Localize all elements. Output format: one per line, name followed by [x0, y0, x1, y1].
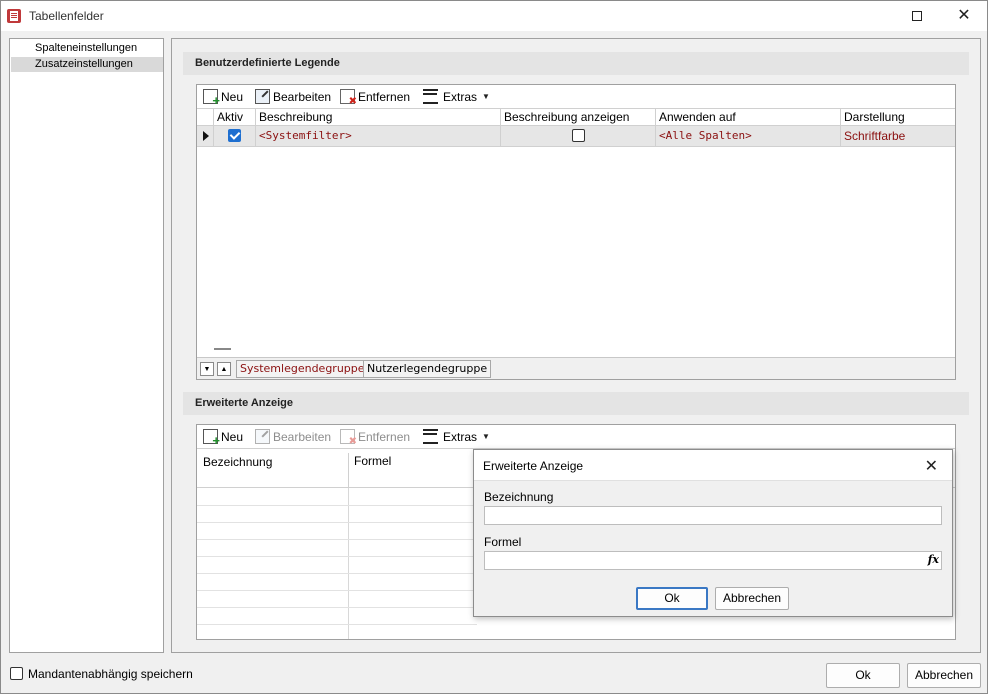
- legend-section-header: Benutzerdefinierte Legende: [183, 52, 969, 75]
- cell-anwenden-auf[interactable]: <Alle Spalten>: [655, 126, 840, 146]
- col-beschreibung[interactable]: Beschreibung: [255, 109, 500, 126]
- tab-nutzerlegendegruppe[interactable]: Nutzerlegendegruppe: [363, 360, 492, 378]
- edit-icon: [255, 89, 270, 104]
- remove-icon: [340, 429, 357, 447]
- ok-button[interactable]: Ok: [826, 663, 900, 688]
- legend-toolbar: Neu Bearbeiten Entfernen Extras ▼: [197, 85, 955, 108]
- formel-label: Formel: [484, 535, 522, 549]
- row-indicator-icon: [203, 131, 209, 141]
- col-beschreibung-anzeigen[interactable]: Beschreibung anzeigen: [500, 109, 655, 126]
- grid-splitter[interactable]: [214, 348, 231, 350]
- legend-new-label: Neu: [221, 89, 244, 104]
- extended-extras-label: Extras: [443, 429, 478, 444]
- cancel-button[interactable]: Abbrechen: [907, 663, 981, 688]
- scroll-down-button[interactable]: ▼: [200, 362, 214, 376]
- extended-edit-label: Bearbeiten: [273, 429, 332, 444]
- legend-edit-button[interactable]: Bearbeiten: [255, 88, 331, 105]
- mandantenabhaengig-checkbox[interactable]: [10, 667, 23, 680]
- grid-line: [197, 624, 477, 625]
- nav-item-spalteneinstellungen[interactable]: Spalteneinstellungen: [11, 41, 163, 56]
- close-button[interactable]: ✕: [942, 1, 986, 31]
- mandantenabhaengig-label: Mandantenabhängig speichern: [28, 667, 193, 681]
- extended-remove-button[interactable]: Entfernen: [340, 428, 411, 447]
- extended-new-label: Neu: [221, 429, 244, 444]
- cell-darstellung[interactable]: Schriftfarbe: [840, 126, 955, 146]
- extended-toolbar: Neu Bearbeiten Entfernen Extras ▼: [197, 425, 955, 448]
- grid-line: [197, 522, 477, 523]
- extended-remove-label: Entfernen: [358, 429, 411, 444]
- group-tab-bar: ▼ ▲ Systemlegendegruppe Nutzerlegendegru…: [197, 357, 955, 379]
- maximize-icon: [912, 11, 922, 21]
- formula-icon[interactable]: fx: [928, 553, 939, 566]
- legend-extras-button[interactable]: Extras ▼: [423, 88, 490, 105]
- col-darstellung[interactable]: Darstellung: [840, 109, 955, 126]
- tab-systemlegendegruppe[interactable]: Systemlegendegruppe: [236, 360, 369, 378]
- legend-remove-label: Entfernen: [358, 89, 411, 104]
- column-divider: [348, 488, 349, 639]
- popup-ok-button[interactable]: Ok: [636, 587, 708, 610]
- chevron-down-icon: ▼: [482, 92, 490, 101]
- col-anwenden-auf[interactable]: Anwenden auf: [655, 109, 840, 126]
- legend-new-button[interactable]: Neu: [203, 88, 244, 108]
- arrow-down-icon: ▼: [203, 365, 211, 373]
- cell-beschreibung[interactable]: <Systemfilter>: [255, 126, 500, 146]
- table-row[interactable]: <Systemfilter> <Alle Spalten> Schriftfar…: [197, 126, 955, 147]
- legend-extras-label: Extras: [443, 89, 478, 104]
- window-title: Tabellenfelder: [29, 9, 104, 23]
- new-icon: [203, 429, 220, 448]
- grid-line: [197, 556, 477, 557]
- title-bar: Tabellenfelder ✕: [1, 1, 987, 31]
- menu-icon: [423, 89, 438, 104]
- nav-item-zusatzeinstellungen[interactable]: Zusatzeinstellungen: [11, 57, 163, 72]
- col-bezeichnung[interactable]: Bezeichnung: [197, 454, 348, 471]
- popup-title: Erweiterte Anzeige: [483, 459, 584, 473]
- extended-section-header: Erweiterte Anzeige: [183, 392, 969, 415]
- aktiv-checkbox[interactable]: [228, 129, 241, 142]
- chevron-down-icon: ▼: [482, 432, 490, 441]
- extended-new-button[interactable]: Neu: [203, 428, 244, 448]
- close-icon: ✕: [957, 7, 971, 24]
- legend-remove-button[interactable]: Entfernen: [340, 88, 411, 107]
- bezeichnung-label: Bezeichnung: [484, 490, 554, 504]
- settings-nav-tree: Spalteneinstellungen Zusatzeinstellungen: [9, 38, 164, 653]
- popup-cancel-button[interactable]: Abbrechen: [715, 587, 789, 610]
- new-icon: [203, 89, 220, 108]
- col-aktiv[interactable]: Aktiv: [213, 109, 255, 126]
- dialog-window: Tabellenfelder ✕ Spalteneinstellungen Zu…: [0, 0, 988, 694]
- grid-line: [197, 590, 477, 591]
- legend-header-row: Aktiv Beschreibung Beschreibung anzeigen…: [197, 108, 955, 126]
- scroll-up-button[interactable]: ▲: [217, 362, 231, 376]
- edit-icon: [255, 429, 270, 444]
- popup-close-icon[interactable]: ✕: [925, 456, 938, 476]
- legend-grid: Neu Bearbeiten Entfernen Extras ▼ Aktiv: [196, 84, 956, 380]
- maximize-button[interactable]: [895, 1, 939, 31]
- beschreibung-anzeigen-checkbox[interactable]: [572, 129, 585, 142]
- col-formel[interactable]: Formel: [348, 453, 478, 489]
- arrow-up-icon: ▲: [220, 365, 228, 373]
- app-icon: [7, 9, 21, 23]
- cell-aktiv[interactable]: [213, 126, 255, 146]
- formel-input[interactable]: fx: [484, 551, 942, 570]
- grid-line: [197, 539, 477, 540]
- erweiterte-anzeige-dialog: Erweiterte Anzeige ✕ Bezeichnung Formel …: [473, 449, 953, 617]
- remove-icon: [340, 89, 357, 107]
- cell-beschreibung-anzeigen[interactable]: [500, 126, 655, 146]
- grid-line: [197, 505, 477, 506]
- menu-icon: [423, 429, 438, 444]
- extended-edit-button[interactable]: Bearbeiten: [255, 428, 331, 445]
- popup-title-bar: Erweiterte Anzeige ✕: [474, 450, 952, 481]
- extended-extras-button[interactable]: Extras ▼: [423, 428, 490, 445]
- bezeichnung-input[interactable]: [484, 506, 942, 525]
- grid-line: [197, 573, 477, 574]
- legend-edit-label: Bearbeiten: [273, 89, 332, 104]
- grid-line: [197, 607, 477, 608]
